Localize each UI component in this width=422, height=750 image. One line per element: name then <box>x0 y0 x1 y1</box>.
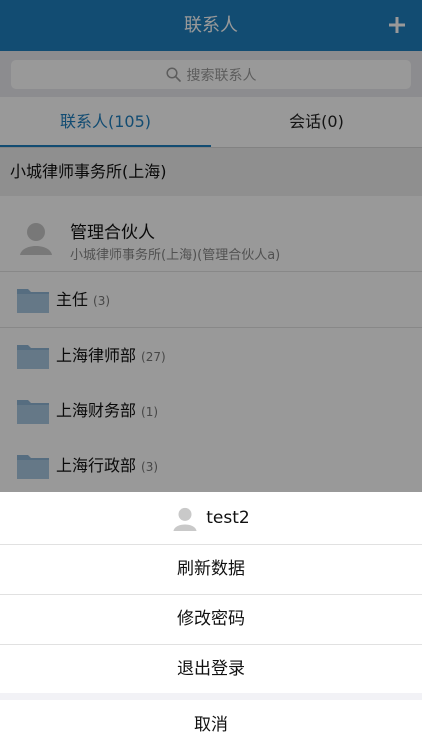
change-password-button[interactable]: 修改密码 <box>0 595 422 645</box>
logout-button[interactable]: 退出登录 <box>0 645 422 693</box>
action-sheet: test2 刷新数据 修改密码 退出登录 取消 <box>0 492 422 750</box>
refresh-data-button[interactable]: 刷新数据 <box>0 545 422 595</box>
cancel-button[interactable]: 取消 <box>0 700 422 750</box>
app-root: 联系人 搜索联系人 联系人(105) 会话(0) 小城律师事务所(上海) 管理合… <box>0 0 422 750</box>
avatar-icon <box>173 507 197 531</box>
action-sheet-user-header: test2 <box>0 492 422 545</box>
current-username: test2 <box>206 508 250 528</box>
